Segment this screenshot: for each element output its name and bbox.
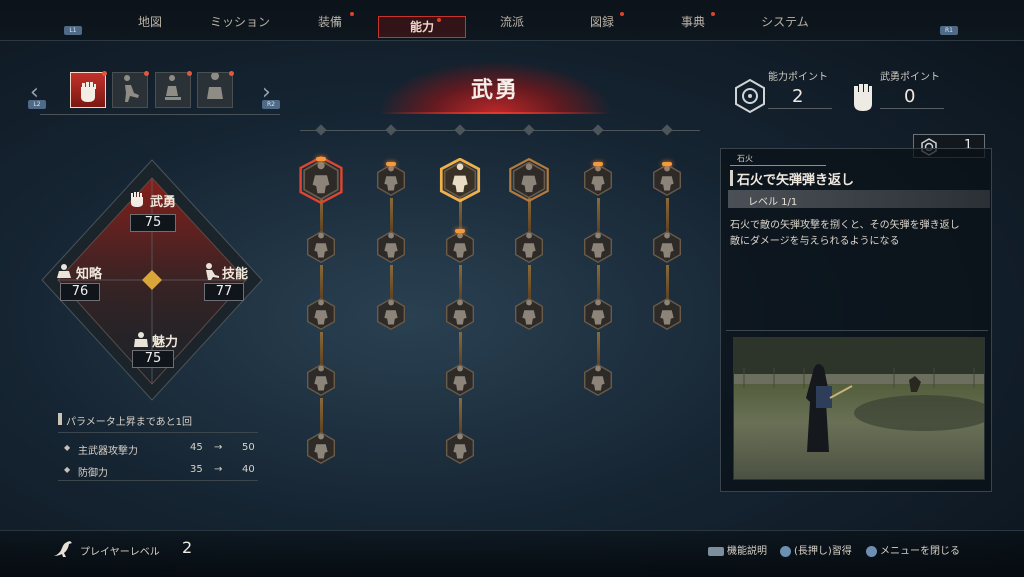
preview-video	[733, 337, 985, 480]
skill-node[interactable]	[297, 155, 345, 205]
skill-node[interactable]	[302, 295, 340, 333]
hint-close[interactable]: メニューを閉じる	[866, 542, 960, 557]
skill-node[interactable]	[579, 161, 617, 199]
skill-node[interactable]	[372, 295, 410, 333]
unlock-lamp	[593, 162, 603, 166]
skill-node[interactable]	[579, 295, 617, 333]
circle-button-icon	[866, 545, 877, 557]
hint-learn-label: (長押し)習得	[794, 546, 852, 557]
detail-title: 石火で矢弾弾き返し	[737, 173, 855, 188]
skill-node[interactable]	[648, 228, 686, 266]
detail-category: 石火	[737, 154, 753, 163]
tree-connector-diamond	[385, 124, 397, 136]
skill-node[interactable]	[648, 161, 686, 199]
skill-node[interactable]	[441, 295, 479, 333]
title-marker	[730, 170, 733, 186]
skill-node[interactable]	[510, 295, 548, 333]
tree-connector-diamond	[454, 124, 466, 136]
skill-node[interactable]	[438, 157, 482, 203]
skill-node[interactable]	[302, 429, 340, 467]
cross-button-icon	[780, 545, 791, 557]
skill-node[interactable]	[648, 295, 686, 333]
hint-help-label: 機能説明	[727, 546, 767, 557]
tree-connector-diamond	[315, 124, 327, 136]
unlock-lamp	[662, 162, 672, 166]
divider	[730, 165, 826, 166]
skill-node[interactable]	[302, 361, 340, 399]
skill-node[interactable]	[372, 228, 410, 266]
skill-node[interactable]	[441, 429, 479, 467]
tree-connector-diamond	[523, 124, 535, 136]
hint-learn[interactable]: (長押し)習得	[780, 542, 852, 557]
divider	[726, 330, 988, 331]
skill-node[interactable]	[441, 228, 479, 266]
crow-icon	[50, 536, 76, 562]
detail-level: レベル 1/1	[748, 197, 798, 208]
detail-desc-line2: 敵にダメージを与えられるようになる	[730, 236, 900, 247]
skill-node[interactable]	[579, 228, 617, 266]
skill-node[interactable]	[510, 228, 548, 266]
touchpad-icon	[708, 546, 724, 556]
tree-connector-diamond	[661, 124, 673, 136]
player-level-label: プレイヤーレベル	[80, 547, 160, 558]
hint-help[interactable]: 機能説明	[708, 542, 767, 557]
unlock-lamp	[386, 162, 396, 166]
skill-node[interactable]	[441, 361, 479, 399]
hint-close-label: メニューを閉じる	[880, 546, 960, 557]
skill-node[interactable]	[372, 161, 410, 199]
skill-node[interactable]	[507, 157, 551, 203]
player-level-value: 2	[182, 538, 193, 557]
skill-node[interactable]	[579, 361, 617, 399]
unlock-lamp	[455, 229, 465, 233]
skill-node[interactable]	[302, 228, 340, 266]
detail-desc-line1: 石火で敵の矢弾攻撃を捌くと、その矢弾を弾き返し	[730, 220, 960, 231]
tree-connector-diamond	[592, 124, 604, 136]
unlock-lamp	[316, 157, 326, 161]
